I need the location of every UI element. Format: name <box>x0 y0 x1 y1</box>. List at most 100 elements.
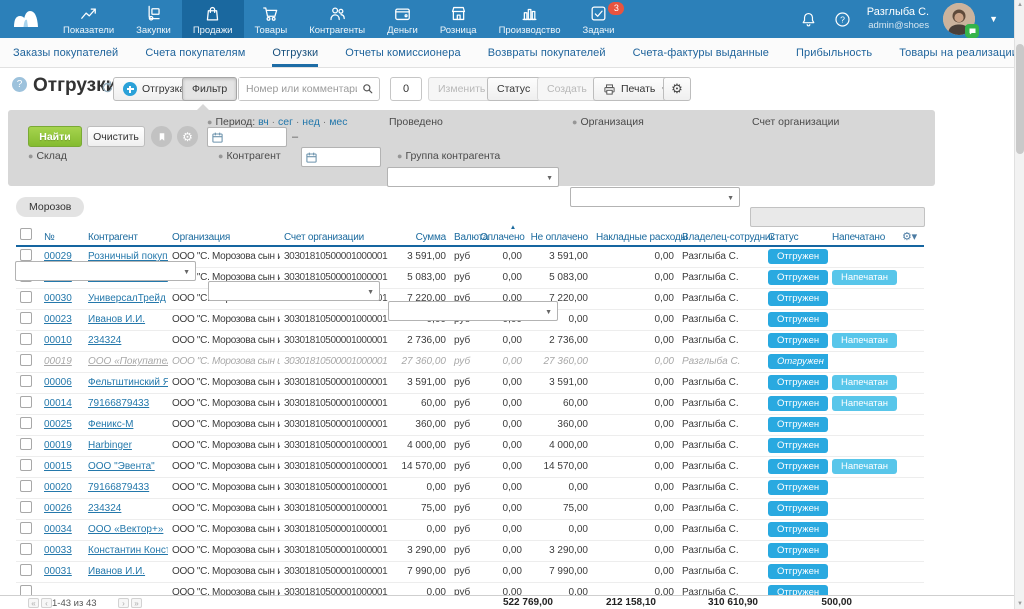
nav-item-dolly[interactable]: Закупки <box>125 0 182 38</box>
table-row[interactable]: 00010234324ООО "С. Морозова сын и Ко"303… <box>16 330 924 351</box>
clear-button[interactable]: Очистить <box>87 126 145 147</box>
select-all-checkbox[interactable] <box>20 228 32 240</box>
nav-item-tasks[interactable]: Задачи3 <box>572 0 626 38</box>
column-header[interactable]: Сумма <box>392 224 450 246</box>
table-row[interactable]: 00015ООО "Эвента"ООО "С. Морозова сын и … <box>16 456 924 477</box>
column-settings-gear-icon[interactable]: ⚙▾ <box>902 231 917 243</box>
subnav-tab[interactable]: Прибыльность <box>796 38 872 67</box>
table-settings-button[interactable]: ⚙ <box>663 77 691 101</box>
organization-select[interactable]: ▼ <box>570 187 740 207</box>
document-number-link[interactable]: 00033 <box>44 545 72 556</box>
row-checkbox[interactable] <box>20 375 32 387</box>
period-to-input[interactable] <box>301 147 381 167</box>
counterparty-link[interactable]: Иванов И.И. <box>88 314 145 325</box>
row-checkbox[interactable] <box>20 417 32 429</box>
column-header[interactable]: Счет организации <box>280 224 392 246</box>
user-avatar[interactable] <box>943 3 975 35</box>
subnav-tab[interactable]: Счета-фактуры выданные <box>633 38 769 67</box>
conducted-select[interactable]: ▼ <box>387 167 559 187</box>
column-header[interactable]: Валюта <box>450 224 476 246</box>
table-row[interactable]: ООО "С. Морозова сын и Ко"30301810500001… <box>16 582 924 595</box>
table-row[interactable]: 00031Иванов И.И.ООО "С. Морозова сын и К… <box>16 561 924 582</box>
find-button[interactable]: Найти <box>28 126 82 147</box>
filter-tag-chip[interactable]: Морозов <box>16 197 84 217</box>
table-row[interactable]: 00026234324ООО "С. Морозова сын и Ко"303… <box>16 498 924 519</box>
document-number-link[interactable]: 00030 <box>44 293 72 304</box>
period-shortcut-link[interactable]: мес <box>329 116 347 128</box>
row-checkbox[interactable] <box>20 480 32 492</box>
document-number-link[interactable]: 00026 <box>44 503 72 514</box>
table-row[interactable]: 00019ООО «Покупатель»ООО "С. Морозова сы… <box>16 351 924 372</box>
column-header[interactable]: Организация <box>168 224 280 246</box>
filter-settings-button[interactable]: ⚙ <box>177 126 198 147</box>
status-badge[interactable]: Отгружен <box>768 270 828 285</box>
search-icon[interactable] <box>361 82 375 96</box>
period-shortcut-link[interactable]: нед <box>302 116 320 128</box>
last-page-button[interactable]: » <box>131 598 142 608</box>
table-row[interactable]: 00034ООО «Вектор+»ООО "С. Морозова сын и… <box>16 519 924 540</box>
row-checkbox[interactable] <box>20 354 32 366</box>
search-input[interactable] <box>239 78 357 100</box>
counterparty-link[interactable]: Константин Констант... <box>88 545 168 556</box>
status-badge[interactable]: Отгружен <box>768 564 828 579</box>
status-badge[interactable]: Отгружен <box>768 417 828 432</box>
nav-item-factory[interactable]: Производство <box>488 0 572 38</box>
document-number-link[interactable]: 00025 <box>44 419 72 430</box>
document-number-link[interactable]: 00020 <box>44 482 72 493</box>
document-number-link[interactable]: 00023 <box>44 314 72 325</box>
subnav-tab[interactable]: Товары на реализации <box>899 38 1018 67</box>
column-header[interactable]: Напечатано <box>828 224 898 246</box>
row-checkbox[interactable] <box>20 522 32 534</box>
status-badge[interactable]: Отгружен <box>768 291 828 306</box>
column-header[interactable]: Не оплачено <box>526 224 592 246</box>
status-badge[interactable]: Отгружен <box>768 333 828 348</box>
user-menu[interactable]: Разглыба С. admin@shoes <box>867 6 929 32</box>
row-checkbox[interactable] <box>20 543 32 555</box>
row-checkbox[interactable] <box>20 459 32 471</box>
page-help-icon[interactable]: ? <box>12 77 27 92</box>
prev-page-button[interactable]: ‹ <box>41 598 52 608</box>
scroll-up-icon[interactable]: ▲ <box>1017 2 1023 8</box>
subnav-tab[interactable]: Счета покупателям <box>145 38 245 67</box>
nav-item-people[interactable]: Контрагенты <box>298 0 376 38</box>
counterparty-link[interactable]: 79166879433 <box>88 398 149 409</box>
filter-button[interactable]: Фильтр <box>182 77 237 101</box>
table-row[interactable]: 00006Фельтштинский Ян Ф...ООО "С. Морозо… <box>16 372 924 393</box>
user-menu-caret-icon[interactable]: ▼ <box>989 14 998 24</box>
subnav-tab[interactable]: Возвраты покупателей <box>488 38 606 67</box>
counterparty-link[interactable]: ООО «Вектор+» <box>88 524 163 535</box>
status-badge[interactable]: Отгружен <box>768 312 828 327</box>
status-badge[interactable]: Отгружен <box>768 543 828 558</box>
status-badge[interactable]: Отгружен <box>768 438 828 453</box>
status-badge[interactable]: Отгружен <box>768 480 828 495</box>
row-checkbox[interactable] <box>20 438 32 450</box>
counterparty-link[interactable]: ООО "Эвента" <box>88 461 155 472</box>
table-row[interactable]: 00033Константин Констант...ООО "С. Мороз… <box>16 540 924 561</box>
column-header[interactable]: Владелец-сотрудник <box>678 224 764 246</box>
column-header[interactable]: Накладные расходы <box>592 224 678 246</box>
warehouse-select[interactable]: ▼ <box>15 261 196 281</box>
status-badge[interactable]: Отгружен <box>768 249 828 264</box>
row-checkbox[interactable] <box>20 312 32 324</box>
counterparty-link[interactable]: 79166879433 <box>88 482 149 493</box>
status-badge[interactable]: Отгружен <box>768 501 828 516</box>
counterparty-link[interactable]: Harbinger <box>88 440 132 451</box>
column-header[interactable]: Статус <box>764 224 828 246</box>
first-page-button[interactable]: « <box>28 598 39 608</box>
status-badge[interactable]: Отгружен <box>768 459 828 474</box>
status-badge[interactable]: Отгружен <box>768 522 828 537</box>
counterparty-link[interactable]: ООО «Покупатель» <box>88 356 168 367</box>
row-checkbox[interactable] <box>20 249 32 261</box>
column-header[interactable]: № <box>40 224 84 246</box>
table-row[interactable]: 00025Феникс-МООО "С. Морозова сын и Ко"3… <box>16 414 924 435</box>
status-badge[interactable]: Отгружен <box>768 375 828 390</box>
row-checkbox[interactable] <box>20 501 32 513</box>
table-row[interactable]: 0001479166879433ООО "С. Морозова сын и К… <box>16 393 924 414</box>
app-logo[interactable] <box>0 0 52 38</box>
table-row[interactable]: 0002079166879433ООО "С. Морозова сын и К… <box>16 477 924 498</box>
document-number-link[interactable]: 00019 <box>44 356 72 367</box>
help-icon[interactable]: ? <box>833 9 853 29</box>
counterparty-link[interactable]: 234324 <box>88 503 121 514</box>
table-row[interactable]: 00019HarbingerООО "С. Морозова сын и Ко"… <box>16 435 924 456</box>
status-badge[interactable]: Отгружен <box>768 585 828 595</box>
